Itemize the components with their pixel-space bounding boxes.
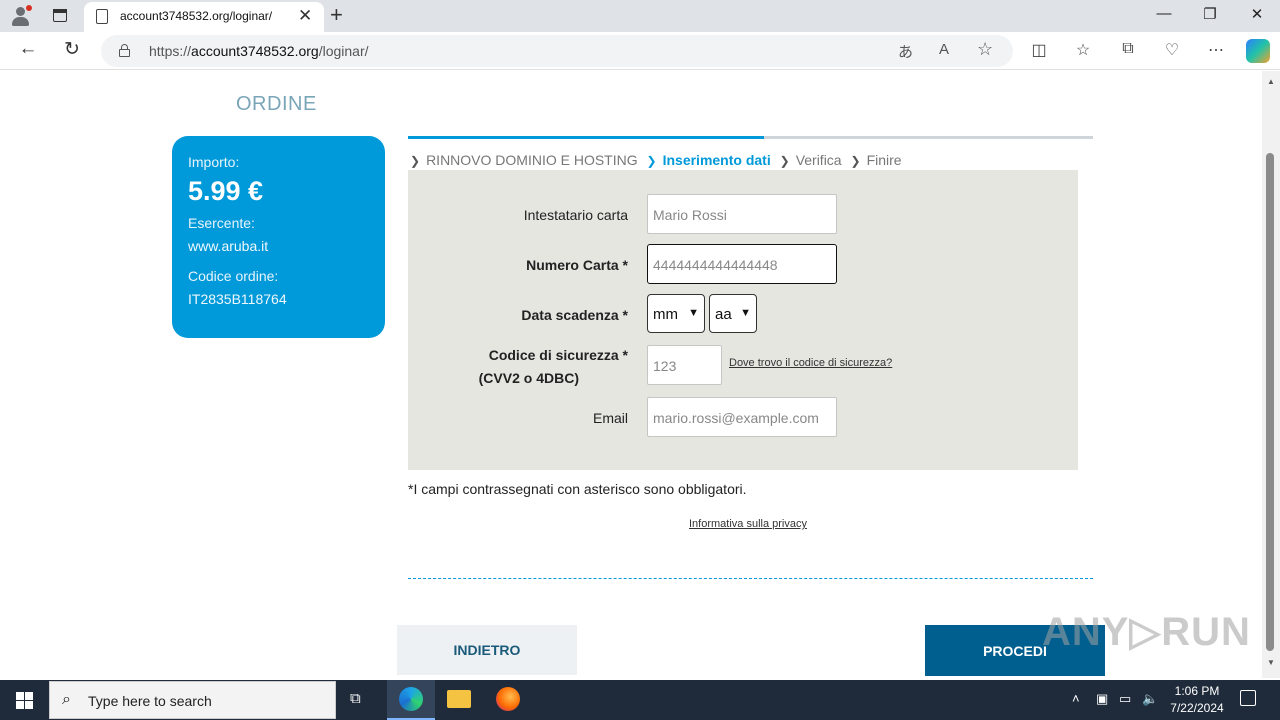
url-bar[interactable]: https://account3748532.org/loginar/ あ A … [101,35,1013,67]
step-renewal: RINNOVO DOMINIO E HOSTING [426,152,638,168]
progress-fill [408,136,765,139]
taskbar-clock[interactable]: 1:06 PM 7/22/2024 [1160,683,1234,717]
lock-icon[interactable] [119,44,130,57]
taskbar-search-placeholder: Type here to search [88,693,212,709]
favorite-star-icon[interactable]: ☆ [977,39,993,60]
read-aloud-icon[interactable]: A [939,41,949,58]
search-icon: ⌕ [62,691,71,708]
chevron-right-icon: ❯ [646,154,657,168]
browser-tab-bar: account3748532.org/loginar/ ✕ + — ❐ ✕ [0,0,1280,32]
chevron-right-icon: ❯ [410,154,421,168]
cvv-label-sub: (CVV2 o 4DBC) [478,370,579,386]
taskbar-search[interactable]: ⌕ Type here to search [49,681,336,719]
refresh-icon[interactable]: ↻ [60,38,84,61]
expiry-month-select[interactable]: mm ▼ [647,294,705,333]
back-button[interactable]: INDIETRO [397,625,577,675]
favorites-icon[interactable]: ☆ [1072,40,1094,60]
profile-icon[interactable] [10,5,32,27]
notification-icon[interactable] [1240,690,1256,706]
page-content: ORDINE Importo: 5.99 € Esercente: www.ar… [4,71,1262,678]
page-scrollbar[interactable]: ▲ ▼ [1262,71,1280,678]
file-explorer-icon[interactable] [435,680,483,720]
device-icon[interactable]: ▣ [1096,691,1108,707]
payment-form: Intestatario carta Mario Rossi Numero Ca… [408,170,1078,470]
window-close-icon[interactable]: ✕ [1242,5,1272,23]
close-tab-icon[interactable]: ✕ [298,6,312,26]
scrollbar-thumb[interactable] [1266,153,1274,651]
step-verify: Verifica [795,152,842,168]
merchant-value: www.aruba.it [188,238,269,254]
card-holder-label: Intestatario carta [523,207,628,223]
tray-chevron-up-icon[interactable]: ˄ [1072,691,1080,706]
chevron-right-icon: ❯ [779,154,790,168]
split-screen-icon[interactable]: ◫ [1028,40,1050,60]
copilot-icon[interactable] [1246,39,1270,63]
task-view-icon[interactable]: ⧉ [350,690,361,707]
translate-icon[interactable]: あ [898,41,913,62]
clock-time: 1:06 PM [1174,684,1220,698]
divider [408,578,1093,579]
progress-bar [408,136,1093,139]
chevron-down-icon: ▼ [740,307,751,319]
email-label: Email [592,410,628,426]
page-icon [96,9,108,24]
cvv-help-link[interactable]: Dove trovo il codice di sicurezza? [729,357,892,369]
firefox-icon[interactable] [484,680,532,720]
order-title: ORDINE [236,93,317,115]
required-fields-note: *I campi contrassegnati con asterisco so… [408,481,747,497]
tab-title: account3748532.org/loginar/ [120,9,273,23]
browser-tab[interactable]: account3748532.org/loginar/ ✕ [84,2,324,32]
chevron-down-icon: ▼ [688,307,699,319]
expiry-label: Data scadenza * [521,307,628,323]
restore-icon[interactable]: ❐ [1195,5,1225,23]
scroll-down-icon[interactable]: ▼ [1267,658,1275,667]
address-toolbar: ← ↻ https://account3748532.org/loginar/ … [0,32,1280,70]
tab-actions-icon[interactable] [50,6,70,26]
anyrun-watermark: ANY▷RUN [1042,610,1251,654]
order-code-label: Codice ordine: [188,268,279,284]
checkout-steps: ❯ RINNOVO DOMINIO E HOSTING ❯ Inserimento … [408,152,905,168]
cvv-label: Codice di sicurezza * [488,347,628,363]
minimize-icon[interactable]: — [1149,5,1179,22]
clock-date: 7/22/2024 [1170,701,1224,715]
chevron-right-icon: ❯ [850,154,861,168]
taskbar: ⌕ Type here to search ⧉ ˄ ▣ ▭ 🔈 1:06 PM … [0,680,1280,720]
url-text[interactable]: https://account3748532.org/loginar/ [149,43,369,59]
card-number-input[interactable]: 4444444444444448 [647,244,837,284]
scroll-up-icon[interactable]: ▲ [1267,77,1275,86]
privacy-link[interactable]: Informativa sulla privacy [689,518,807,530]
step-data-entry: Inserimento dati [662,152,771,168]
amount-value: 5.99 € [188,176,264,206]
windows-start-icon[interactable] [16,692,33,709]
volume-icon[interactable]: 🔈 [1142,691,1158,707]
settings-menu-icon[interactable]: ⋯ [1205,40,1227,60]
new-tab-icon[interactable]: + [330,2,343,28]
merchant-label: Esercente: [188,215,255,231]
email-input[interactable]: mario.rossi@example.com [647,397,837,437]
card-holder-input[interactable]: Mario Rossi [647,194,837,234]
cvv-input[interactable]: 123 [647,345,722,385]
expiry-year-select[interactable]: aa ▼ [709,294,757,333]
collections-icon[interactable]: ⧉ [1117,40,1139,58]
amount-label: Importo: [188,154,240,170]
step-finish: Finire [866,152,902,168]
edge-taskbar-icon[interactable] [387,680,435,720]
order-code-value: IT2835B118764 [188,291,287,307]
card-number-label: Numero Carta * [526,257,628,273]
order-summary-card: Importo: 5.99 € Esercente: www.aruba.it … [172,136,385,338]
back-icon[interactable]: ← [16,38,40,60]
network-icon[interactable]: ▭ [1119,691,1131,707]
browser-essentials-icon[interactable]: ♡ [1161,40,1183,60]
